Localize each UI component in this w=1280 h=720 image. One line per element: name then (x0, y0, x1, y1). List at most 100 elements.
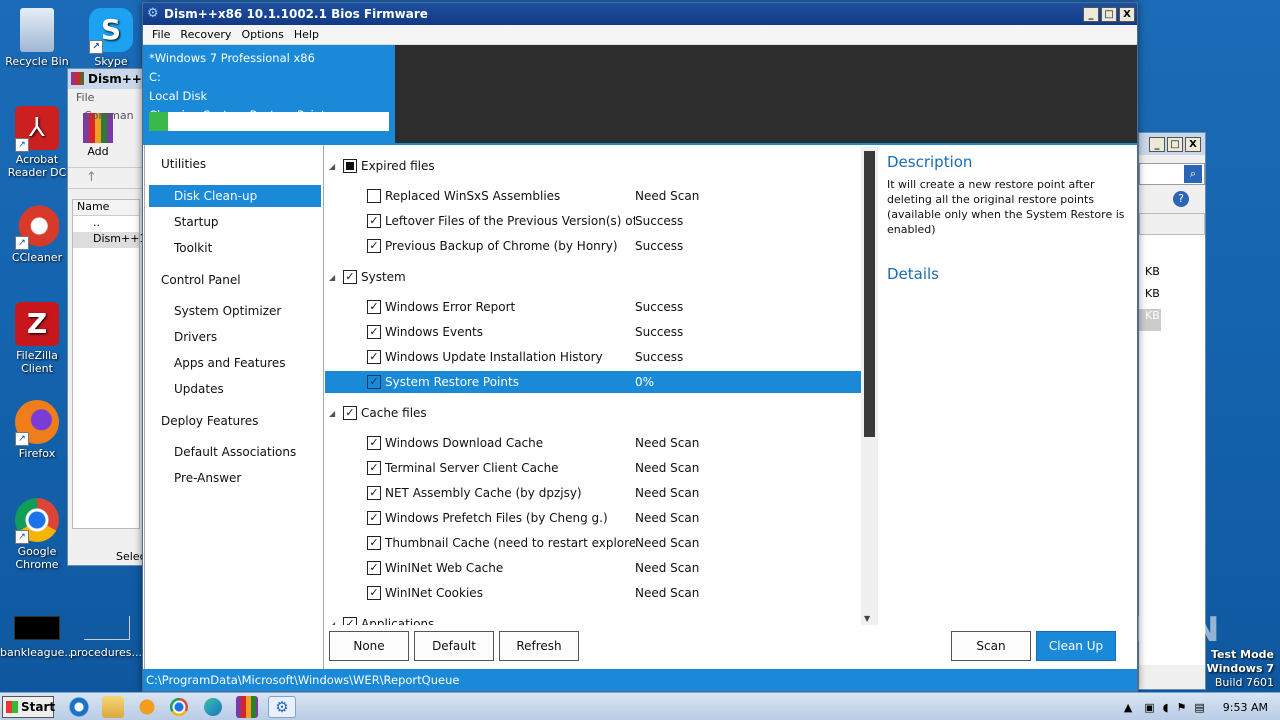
clean-up-button[interactable]: Clean Up (1036, 631, 1116, 661)
chrome-icon[interactable] (170, 698, 188, 716)
scrollbar-thumb[interactable] (864, 151, 875, 437)
background-window-right[interactable]: _ □ X ⌕ ? KB KB KB (1138, 132, 1206, 690)
media-player-icon[interactable] (136, 696, 158, 718)
list-item[interactable]: Replaced WinSxS Assemblies Need Scan (325, 185, 863, 207)
search-icon[interactable]: ⌕ (1184, 165, 1202, 183)
collapse-triangle-icon[interactable]: ◢ (329, 273, 339, 282)
edge-icon[interactable] (204, 698, 222, 716)
item-checkbox[interactable]: ✓ (367, 511, 381, 525)
list-item[interactable]: ✓ Windows Events Success (325, 321, 863, 343)
nav-apps-features[interactable]: Apps and Features (174, 356, 286, 370)
bg-max-button[interactable]: □ (1167, 137, 1183, 152)
vertical-scrollbar[interactable]: ▼ (861, 147, 878, 625)
none-button[interactable]: None (329, 631, 409, 661)
list-item[interactable]: ✓ Windows Download Cache Need Scan (325, 432, 863, 454)
list-item[interactable]: ✓ NET Assembly Cache (by dpzjsy) Need Sc… (325, 482, 863, 504)
maximize-button[interactable]: □ (1101, 6, 1117, 22)
collapse-triangle-icon[interactable]: ◢ (329, 162, 339, 171)
desktop-icon-skype[interactable]: S ↗ Skype (74, 8, 148, 68)
nav-updates[interactable]: Updates (174, 382, 224, 396)
desktop-icon-acrobat[interactable]: ⅄ ↗ Acrobat Reader DC (0, 106, 74, 179)
dism-taskbar-icon[interactable]: ⚙ (268, 696, 296, 718)
list-item[interactable]: ✓ Windows Update Installation History Su… (325, 346, 863, 368)
desktop-icon-ccleaner[interactable]: ↗ CCleaner (0, 204, 74, 264)
item-checkbox[interactable]: ✓ (367, 586, 381, 600)
close-button[interactable]: X (1119, 6, 1135, 22)
item-checkbox[interactable]: ✓ (367, 300, 381, 314)
default-button[interactable]: Default (414, 631, 494, 661)
group-system[interactable]: ◢ ✓ System (325, 266, 406, 288)
minimize-button[interactable]: _ (1083, 6, 1099, 22)
refresh-button[interactable]: Refresh (499, 631, 579, 661)
desktop-icon-chrome[interactable]: ↗ Google Chrome (0, 498, 74, 571)
desktop-icon-firefox[interactable]: ↗ Firefox (0, 400, 74, 460)
collapse-triangle-icon[interactable]: ◢ (329, 409, 339, 418)
nav-control-panel[interactable]: Control Panel (161, 273, 241, 287)
column-header-name[interactable]: Name (73, 200, 139, 216)
winrar-icon[interactable] (236, 696, 258, 718)
list-item[interactable]: Dism++10 (73, 232, 153, 248)
nav-deploy-features[interactable]: Deploy Features (161, 414, 258, 428)
system-info-panel[interactable]: *Windows 7 Professional x86 C: Local Dis… (143, 45, 395, 143)
item-checkbox[interactable]: ✓ (367, 536, 381, 550)
item-checkbox[interactable]: ✓ (367, 350, 381, 364)
item-checkbox[interactable]: ✓ (367, 486, 381, 500)
group-checkbox[interactable] (343, 159, 357, 173)
item-checkbox[interactable]: ✓ (367, 375, 381, 389)
list-item[interactable]: ✓ WinINet Web Cache Need Scan (325, 557, 863, 579)
clock[interactable]: 9:53 AM (1223, 701, 1268, 714)
group-cache-files[interactable]: ◢ ✓ Cache files (325, 402, 427, 424)
desktop-icon-procedures[interactable]: procedures.... (70, 616, 146, 659)
list-item[interactable]: ✓ Previous Backup of Chrome (by Honry) S… (325, 235, 863, 257)
menu-options[interactable]: Options (236, 28, 288, 41)
item-checkbox[interactable]: ✓ (367, 436, 381, 450)
item-checkbox[interactable]: ✓ (367, 561, 381, 575)
nav-drivers[interactable]: Drivers (174, 330, 217, 344)
list-item[interactable]: ✓ Terminal Server Client Cache Need Scan (325, 457, 863, 479)
start-button[interactable]: Start (2, 696, 55, 718)
item-checkbox[interactable]: ✓ (367, 214, 381, 228)
item-checkbox[interactable]: ✓ (367, 325, 381, 339)
nav-utilities[interactable]: Utilities (161, 157, 206, 171)
scroll-down-arrow-icon[interactable]: ▼ (864, 614, 870, 623)
ie-icon[interactable] (68, 696, 90, 718)
window-titlebar[interactable]: ⚙ Dism++x86 10.1.1002.1 Bios Firmware _ … (143, 3, 1137, 25)
desktop-icon-recycle-bin[interactable]: Recycle Bin (0, 8, 74, 68)
group-checkbox[interactable]: ✓ (343, 617, 357, 625)
item-checkbox[interactable]: ✓ (367, 239, 381, 253)
nav-pre-answer[interactable]: Pre-Answer (174, 471, 241, 485)
item-checkbox[interactable]: ✓ (367, 461, 381, 475)
bg-search-box[interactable]: ⌕ (1139, 163, 1205, 185)
list-item[interactable]: .. (73, 216, 139, 232)
menu-file[interactable]: File (147, 28, 175, 41)
scan-button[interactable]: Scan (951, 631, 1031, 661)
flag-icon[interactable]: ⚑ (1177, 701, 1187, 714)
up-arrow-icon[interactable]: ↑ (86, 170, 97, 185)
menu-recovery[interactable]: Recovery (175, 28, 236, 41)
list-item-selected[interactable]: ✓ System Restore Points 0% (325, 371, 863, 393)
dism-window[interactable]: ⚙ Dism++x86 10.1.1002.1 Bios Firmware _ … (142, 2, 1138, 692)
item-checkbox[interactable] (367, 189, 381, 203)
list-item[interactable]: ✓ Windows Prefetch Files (by Cheng g.) N… (325, 507, 863, 529)
nav-disk-cleanup[interactable]: Disk Clean-up (149, 185, 321, 207)
desktop-icon-bankleague[interactable]: bankleague.... (0, 616, 78, 659)
nav-default-associations[interactable]: Default Associations (174, 445, 296, 459)
background-window-left[interactable]: Dism++1 File Comman Add ↑ Name .. Dism++… (67, 68, 153, 566)
group-applications[interactable]: ◢ ✓ Applications (325, 613, 434, 625)
tray-expand-icon[interactable]: ▲ (1124, 701, 1132, 714)
nav-toolkit[interactable]: Toolkit (174, 241, 212, 255)
desktop-icon-filezilla[interactable]: Z FileZilla Client (0, 302, 74, 375)
bg-min-button[interactable]: _ (1149, 137, 1165, 152)
list-item[interactable]: ✓ Windows Error Report Success (325, 296, 863, 318)
nav-startup[interactable]: Startup (174, 215, 219, 229)
bg-menu-file[interactable]: File (76, 91, 94, 104)
volume-icon[interactable]: ◖ (1163, 701, 1169, 714)
network-icon[interactable]: ▣ (1144, 701, 1154, 714)
explorer-icon[interactable] (102, 696, 124, 718)
group-expired-files[interactable]: ◢ Expired files (325, 155, 435, 177)
group-checkbox[interactable]: ✓ (343, 406, 357, 420)
help-icon[interactable]: ? (1173, 191, 1189, 207)
list-item[interactable]: ✓ Thumbnail Cache (need to restart explo… (325, 532, 863, 554)
action-center-icon[interactable]: ▤ (1194, 701, 1204, 714)
list-item[interactable]: ✓ WinINet Cookies Need Scan (325, 582, 863, 604)
